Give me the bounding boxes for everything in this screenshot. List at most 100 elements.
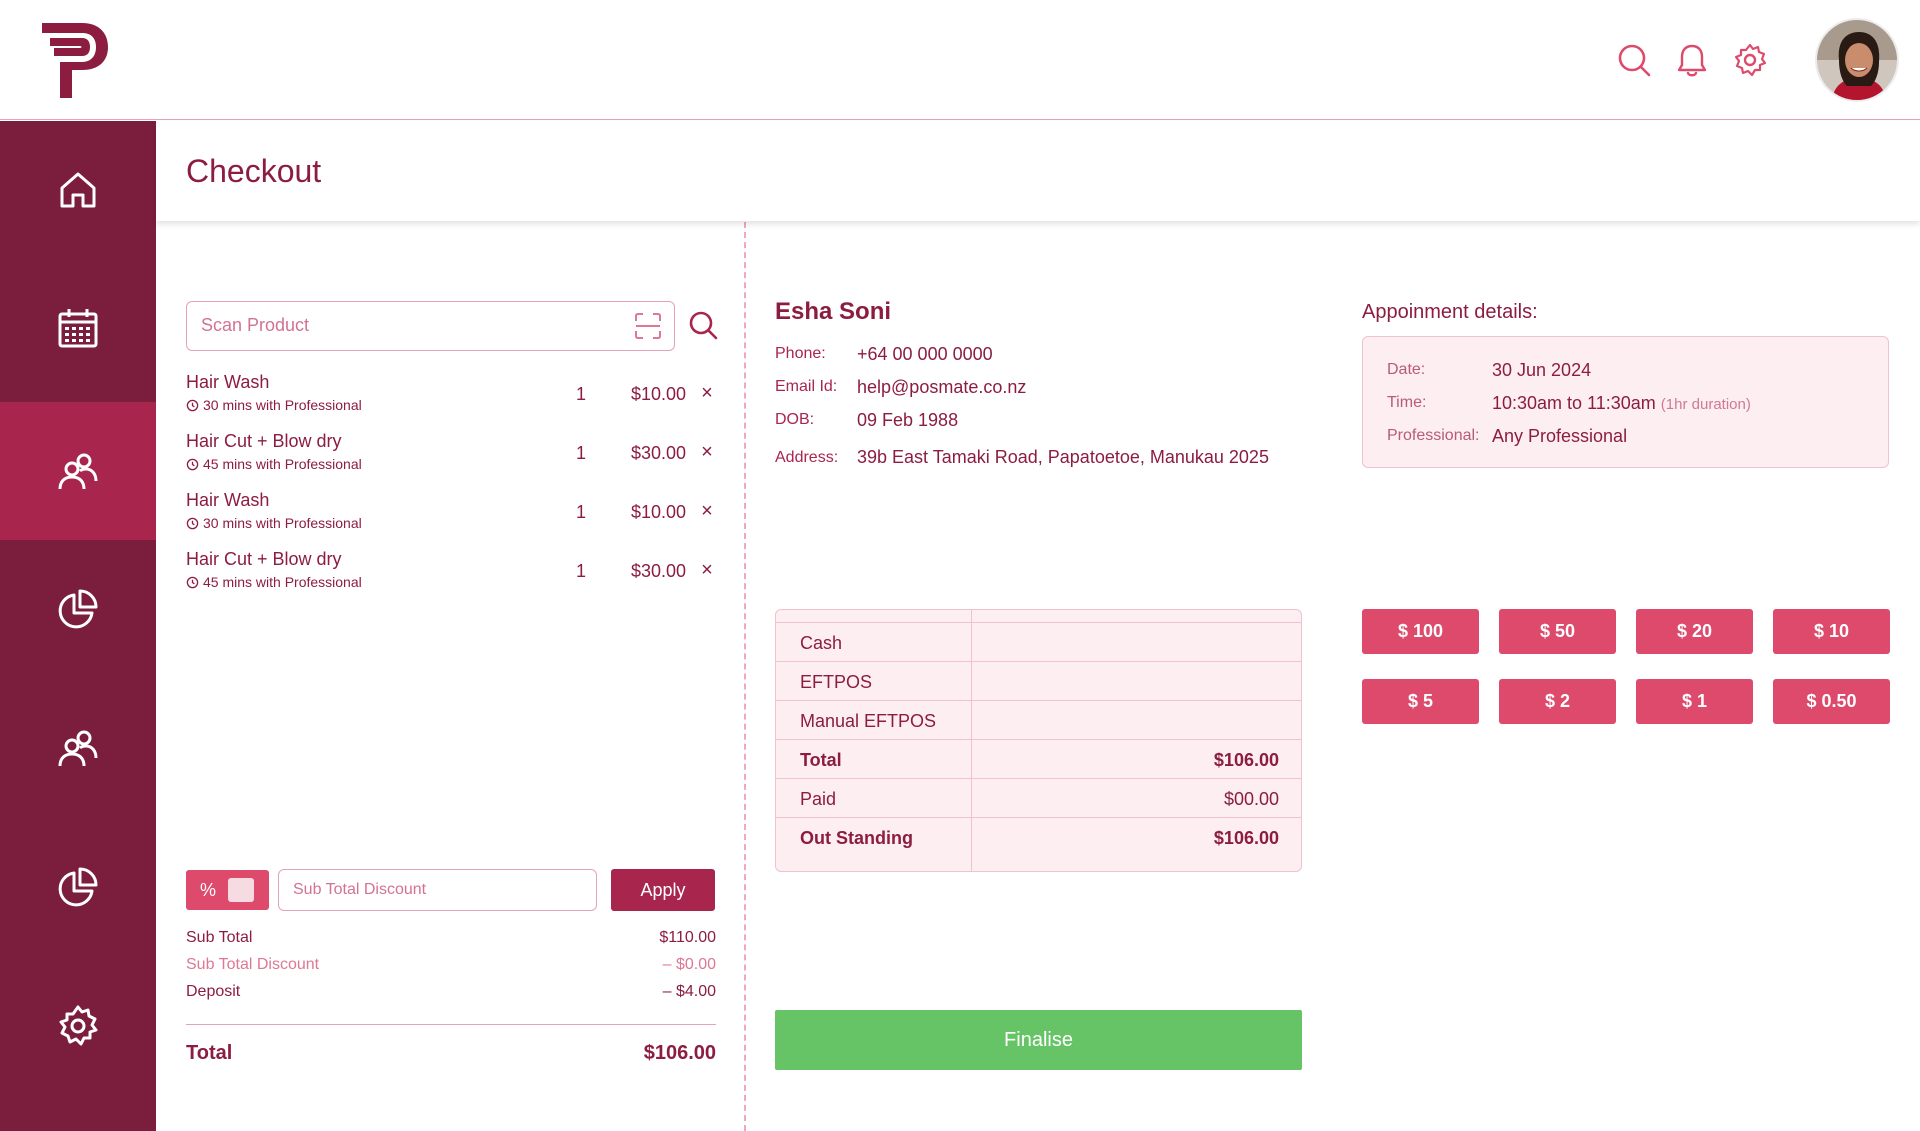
payment-row-cash[interactable]: Cash (776, 622, 1301, 661)
clock-icon (186, 517, 199, 529)
cash-20-button[interactable]: $ 20 (1636, 609, 1753, 654)
payment-value: $00.00 (1223, 789, 1279, 809)
cart-item: Hair Wash 30 mins with Professional 1 $1… (186, 372, 716, 422)
subtotal-row: Sub Total $110.00 (186, 929, 716, 951)
cart-item-duration-text: 30 mins with Professional (203, 515, 362, 531)
bell-icon[interactable] (1674, 42, 1710, 78)
address-value: 39b East Tamaki Road, Papatoetoe, Manuka… (857, 447, 1269, 467)
sidebar-item-staff[interactable] (0, 679, 156, 817)
cart-item-price: $10.00 (630, 384, 686, 404)
payment-row-outstanding: Out Standing $106.00 (776, 817, 1301, 856)
cart-item: Hair Cut + Blow dry 45 mins with Profess… (186, 549, 716, 599)
cart-item: Hair Cut + Blow dry 45 mins with Profess… (186, 431, 716, 481)
payment-label: EFTPOS (800, 672, 873, 692)
percent-toggle[interactable]: % (186, 870, 269, 910)
subtotal-label: Sub Total (186, 929, 253, 946)
cart-item-duration-text: 45 mins with Professional (203, 574, 362, 590)
appointment-title: Appoinment details: (1362, 301, 1538, 323)
cart-item-qty[interactable]: 1 (576, 561, 586, 582)
cash-50-button[interactable]: $ 50 (1499, 609, 1616, 654)
user-avatar[interactable] (1815, 18, 1899, 102)
pie-chart-icon (58, 589, 98, 629)
cart-item: Hair Wash 30 mins with Professional 1 $1… (186, 490, 716, 540)
cart-item-price: $30.00 (630, 561, 686, 581)
posmate-logo-icon[interactable] (38, 18, 112, 102)
cart-item-qty[interactable]: 1 (576, 384, 586, 405)
payment-row-total: Total $106.00 (776, 739, 1301, 778)
clock-icon (186, 458, 199, 470)
professional-label: Professional: (1387, 427, 1480, 444)
users-icon (58, 453, 98, 490)
gear-icon[interactable] (1732, 42, 1768, 78)
payment-label: Cash (800, 633, 843, 653)
toggle-knob (228, 878, 254, 902)
cart-item-qty[interactable]: 1 (576, 502, 586, 523)
cart-item-qty[interactable]: 1 (576, 443, 586, 464)
finalise-button[interactable]: Finalise (775, 1010, 1302, 1070)
professional-value: Any Professional (1492, 426, 1628, 446)
barcode-scan-icon[interactable] (634, 312, 662, 340)
cart-item-name: Hair Cut + Blow dry (186, 549, 342, 569)
cash-10-button[interactable]: $ 10 (1773, 609, 1890, 654)
payment-label: Paid (800, 789, 837, 809)
total-label: Total (186, 1042, 233, 1064)
cash-100-button[interactable]: $ 100 (1362, 609, 1479, 654)
email-value: help@posmate.co.nz (857, 377, 1027, 397)
remove-item-icon[interactable]: × (698, 382, 716, 405)
dob-value: 09 Feb 1988 (857, 410, 959, 430)
cart-item-duration: 30 mins with Professional (186, 515, 362, 531)
remove-item-icon[interactable]: × (698, 500, 716, 523)
cash-2-button[interactable]: $ 2 (1499, 679, 1616, 724)
deposit-value: – $4.00 (662, 983, 716, 1000)
top-bar (0, 0, 1920, 120)
search-icon[interactable] (688, 310, 718, 340)
payment-label: Manual EFTPOS (800, 711, 937, 731)
cart-item-duration: 30 mins with Professional (186, 397, 362, 413)
sidebar-item-calendar[interactable] (0, 259, 156, 397)
sidebar-item-home[interactable] (0, 121, 156, 259)
phone-value: +64 00 000 0000 (857, 344, 993, 364)
page-title: Checkout (186, 153, 322, 189)
subtotal-discount-input[interactable] (278, 869, 597, 911)
email-label: Email Id: (775, 378, 838, 395)
remove-item-icon[interactable]: × (698, 441, 716, 464)
phone-label: Phone: (775, 345, 826, 362)
home-icon (60, 172, 96, 208)
cash-0-50-button[interactable]: $ 0.50 (1773, 679, 1890, 724)
cart-item-name: Hair Wash (186, 490, 270, 510)
total-value: $106.00 (643, 1042, 716, 1064)
address-label: Address: (775, 449, 839, 466)
users-icon (58, 730, 98, 767)
payment-row-manual-eftpos[interactable]: Manual EFTPOS (776, 700, 1301, 739)
total-row: Total $106.00 (186, 1042, 716, 1065)
sidebar-item-analytics[interactable] (0, 818, 156, 956)
cart-item-duration-text: 30 mins with Professional (203, 397, 362, 413)
sidebar-item-settings[interactable] (0, 957, 156, 1095)
cart-item-price: $30.00 (630, 443, 686, 463)
duration-note: (1hr duration) (1660, 396, 1751, 413)
appointment-details-card: Date: 30 Jun 2024 Time: 10:30am to 11:30… (1362, 336, 1889, 468)
cash-1-button[interactable]: $ 1 (1636, 679, 1753, 724)
sidebar-item-clients[interactable] (0, 402, 156, 540)
cart-item-duration: 45 mins with Professional (186, 574, 362, 590)
gear-icon (59, 1005, 98, 1046)
payment-table: Cash EFTPOS Manual EFTPOS Total $106.00 … (775, 609, 1302, 872)
payment-row-eftpos[interactable]: EFTPOS (776, 661, 1301, 700)
scan-product-field[interactable] (186, 301, 675, 351)
subtotal-discount-row: Sub Total Discount – $0.00 (186, 956, 716, 978)
clock-icon (186, 399, 199, 411)
payment-label: Total (800, 750, 842, 770)
subtotal-value: $110.00 (659, 929, 716, 946)
scan-product-input[interactable] (201, 302, 601, 349)
summary-divider (186, 1024, 716, 1025)
search-icon[interactable] (1616, 42, 1652, 78)
payment-value: $106.00 (1213, 828, 1279, 848)
customer-name: Esha Soni (775, 298, 892, 325)
remove-item-icon[interactable]: × (698, 559, 716, 582)
sidebar (0, 121, 156, 1131)
apply-button[interactable]: Apply (611, 869, 715, 911)
subtotal-discount-label: Sub Total Discount (186, 956, 320, 973)
sidebar-item-reports[interactable] (0, 540, 156, 678)
cash-5-button[interactable]: $ 5 (1362, 679, 1479, 724)
calendar-icon (58, 309, 98, 348)
